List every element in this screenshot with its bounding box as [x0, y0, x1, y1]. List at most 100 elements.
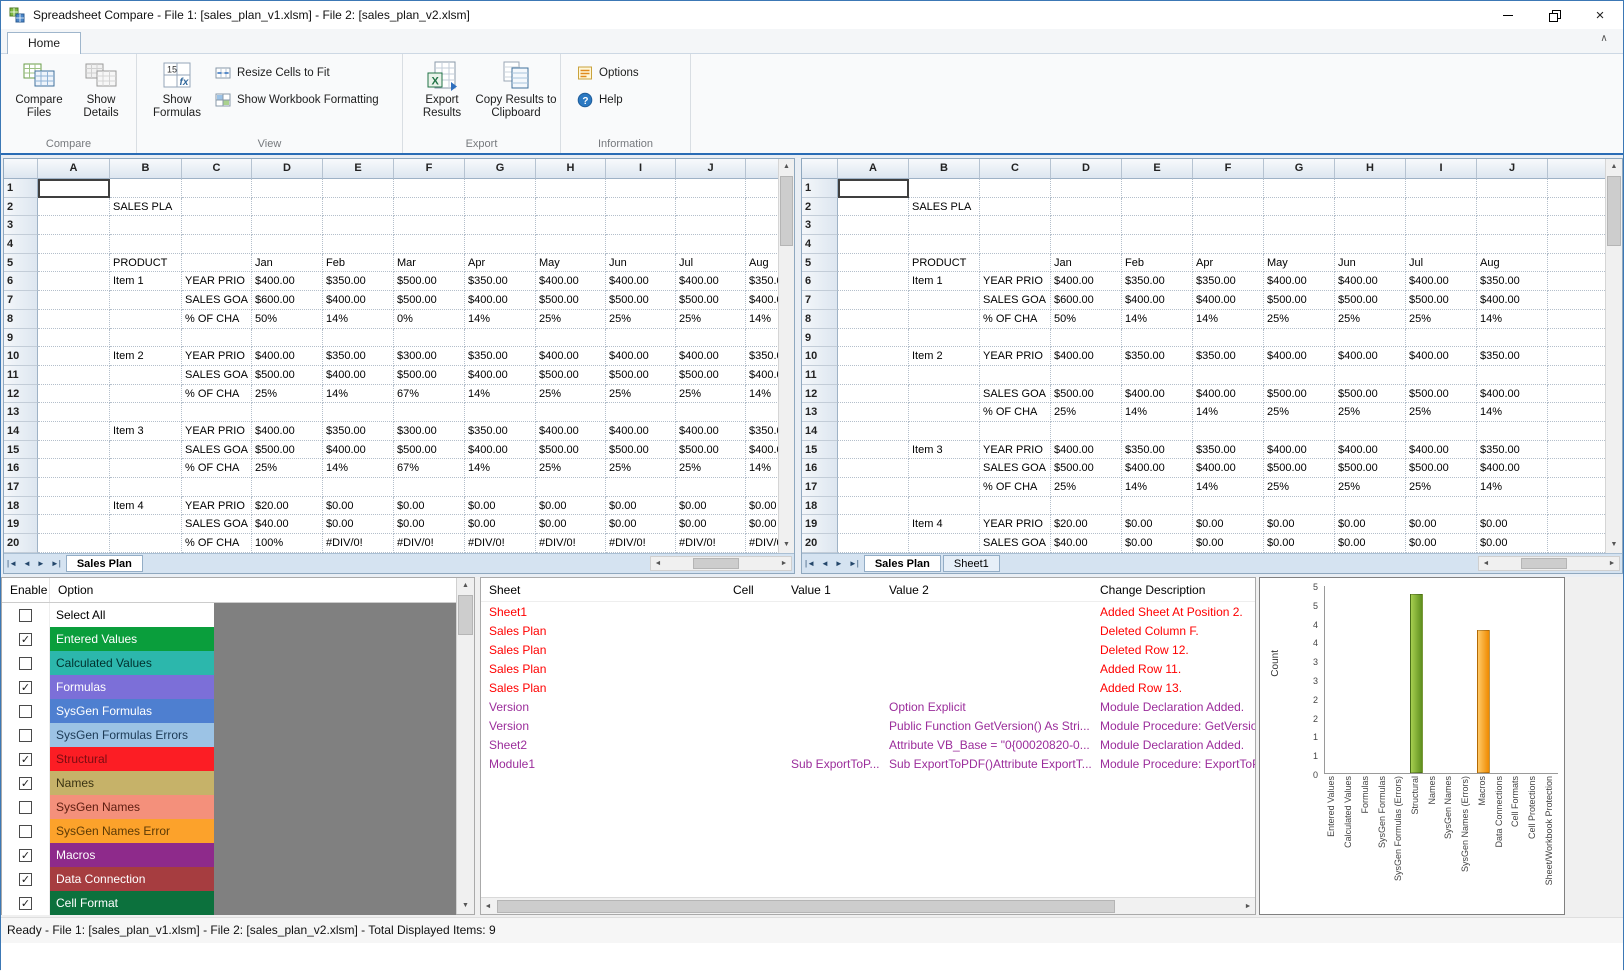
cell[interactable]: #DIV/0!: [746, 534, 778, 553]
cell[interactable]: [1406, 216, 1477, 235]
cell[interactable]: $400.00: [1335, 272, 1406, 291]
cell[interactable]: 25%: [536, 310, 606, 329]
column-header-clipped[interactable]: [746, 159, 778, 179]
option-row-select-all[interactable]: Select All: [2, 603, 456, 627]
cell[interactable]: $0.00: [1264, 534, 1335, 553]
cell[interactable]: $600.00: [252, 291, 323, 310]
column-header-e[interactable]: E: [323, 159, 394, 179]
row-header[interactable]: 1: [4, 179, 38, 198]
cell[interactable]: [1122, 497, 1193, 516]
cell[interactable]: 14%: [1477, 310, 1548, 329]
row-header[interactable]: 20: [802, 534, 838, 553]
column-header-i[interactable]: I: [1406, 159, 1477, 179]
scroll-down-button[interactable]: ▼: [779, 537, 794, 553]
cell[interactable]: [909, 310, 980, 329]
cell[interactable]: [676, 198, 746, 217]
cell[interactable]: 14%: [465, 310, 536, 329]
column-header-g[interactable]: G: [465, 159, 536, 179]
cell[interactable]: [1051, 235, 1122, 254]
cell[interactable]: $0.00: [1122, 534, 1193, 553]
horizontal-scrollbar-thumb[interactable]: [1521, 558, 1567, 569]
cell[interactable]: $400.00: [252, 272, 323, 291]
cell[interactable]: $0.00: [1264, 515, 1335, 534]
row-header[interactable]: 10: [802, 347, 838, 366]
cell[interactable]: 0%: [394, 310, 465, 329]
cell[interactable]: [1051, 198, 1122, 217]
cell[interactable]: $400.00: [1122, 385, 1193, 404]
cell[interactable]: 25%: [1406, 478, 1477, 497]
row-header[interactable]: 9: [802, 329, 838, 348]
checkbox-select-all[interactable]: [19, 609, 32, 622]
cell[interactable]: [182, 478, 252, 497]
cell[interactable]: $500.00: [1335, 291, 1406, 310]
row-header[interactable]: 6: [4, 272, 38, 291]
cell[interactable]: $400.00: [1406, 347, 1477, 366]
results-header-value2[interactable]: Value 2: [881, 583, 1092, 597]
cell[interactable]: $400.00: [465, 366, 536, 385]
cell[interactable]: [465, 478, 536, 497]
cell[interactable]: $400.00: [606, 347, 676, 366]
row-header[interactable]: 11: [802, 366, 838, 385]
cell[interactable]: [38, 198, 110, 217]
sheet-tab-sales-plan[interactable]: Sales Plan: [66, 555, 143, 572]
cell[interactable]: $20.00: [1051, 515, 1122, 534]
file1-horizontal-scrollbar[interactable]: ◄ ►: [650, 556, 792, 571]
cell[interactable]: Item 4: [110, 497, 182, 516]
cell[interactable]: [909, 216, 980, 235]
row-header[interactable]: 2: [802, 198, 838, 217]
cell[interactable]: [38, 403, 110, 422]
cell[interactable]: $500.00: [676, 441, 746, 460]
cell[interactable]: $350.00: [1193, 347, 1264, 366]
cell[interactable]: [909, 329, 980, 348]
cell[interactable]: $500.00: [394, 441, 465, 460]
cell[interactable]: SALES GOA: [182, 515, 252, 534]
row-header[interactable]: 16: [4, 459, 38, 478]
cell[interactable]: [38, 329, 110, 348]
select-all-corner[interactable]: [4, 159, 38, 179]
cell[interactable]: [606, 235, 676, 254]
cell[interactable]: [1264, 235, 1335, 254]
cell[interactable]: [1335, 497, 1406, 516]
cell[interactable]: 50%: [1051, 310, 1122, 329]
cell[interactable]: [252, 403, 323, 422]
cell[interactable]: [323, 179, 394, 198]
cell[interactable]: [1548, 310, 1605, 329]
cell[interactable]: 14%: [323, 310, 394, 329]
cell[interactable]: [182, 198, 252, 217]
result-row[interactable]: VersionOption ExplicitModule Declaration…: [481, 697, 1255, 716]
row-header[interactable]: 13: [4, 403, 38, 422]
cell[interactable]: $0.00: [323, 497, 394, 516]
cell[interactable]: SALES GOA: [182, 366, 252, 385]
export-results-button[interactable]: X Export Results: [413, 59, 471, 120]
cell[interactable]: [465, 329, 536, 348]
cell[interactable]: [252, 329, 323, 348]
cell[interactable]: Apr: [1193, 254, 1264, 273]
cell[interactable]: 25%: [252, 459, 323, 478]
cell[interactable]: $400.00: [323, 366, 394, 385]
checkbox-structural[interactable]: ✓: [19, 753, 32, 766]
cell[interactable]: % OF CHA: [182, 310, 252, 329]
cell[interactable]: [1548, 515, 1605, 534]
cell[interactable]: [1122, 366, 1193, 385]
cell[interactable]: $0.00: [1477, 534, 1548, 553]
show-formulas-button[interactable]: 15 fx Show Formulas: [147, 59, 207, 120]
cell[interactable]: [38, 310, 110, 329]
cell[interactable]: $350.00: [746, 422, 778, 441]
cell[interactable]: $400.00: [252, 422, 323, 441]
cell[interactable]: [980, 497, 1051, 516]
copy-results-button[interactable]: Copy Results to Clipboard: [475, 59, 557, 120]
cell[interactable]: $500.00: [1335, 385, 1406, 404]
next-sheet-button[interactable]: ►: [34, 559, 48, 568]
result-row[interactable]: Sales PlanAdded Row 13.: [481, 678, 1255, 697]
options-scrollbar-thumb[interactable]: [458, 595, 473, 635]
sheet-tab-sales-plan[interactable]: Sales Plan: [864, 555, 941, 572]
cell[interactable]: [746, 179, 778, 198]
row-header[interactable]: 4: [4, 235, 38, 254]
row-header[interactable]: 14: [802, 422, 838, 441]
cell[interactable]: [980, 254, 1051, 273]
cell[interactable]: [909, 422, 980, 441]
row-header[interactable]: 3: [802, 216, 838, 235]
row-header[interactable]: 12: [802, 385, 838, 404]
cell[interactable]: YEAR PRIO: [980, 272, 1051, 291]
cell[interactable]: [1406, 235, 1477, 254]
